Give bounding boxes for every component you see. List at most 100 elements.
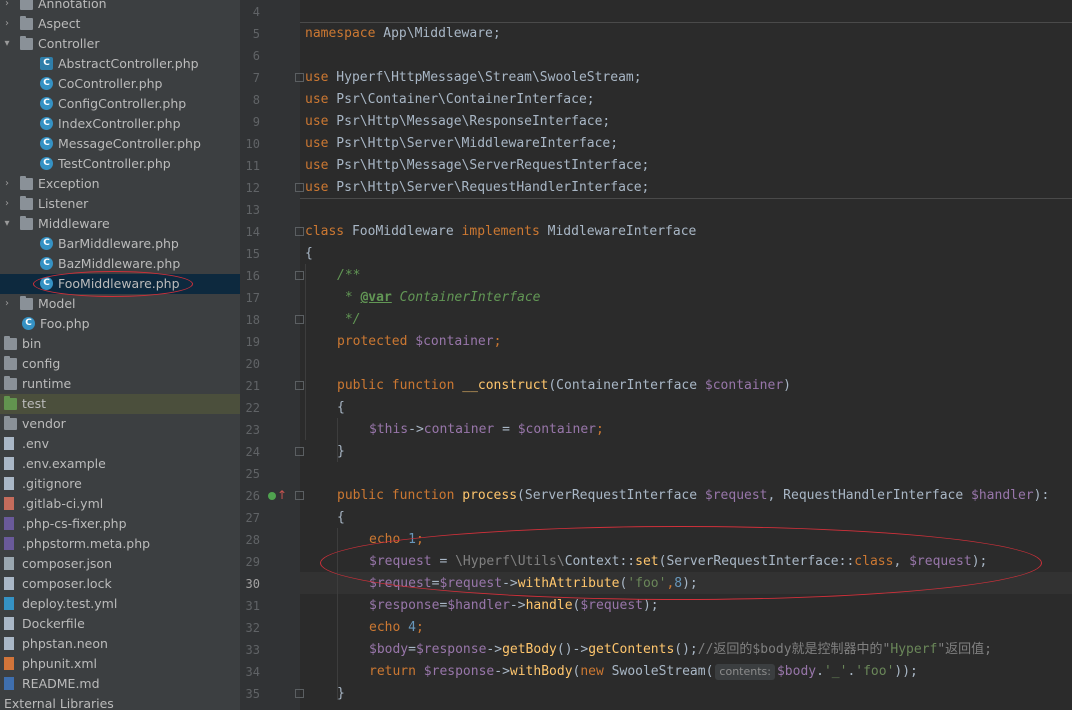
tree-item-abstractcontroller-php[interactable]: C AbstractController.php bbox=[0, 54, 240, 74]
code-line-35[interactable]: } bbox=[337, 683, 345, 705]
code-line-21[interactable]: public function __construct(ContainerInt… bbox=[337, 375, 791, 397]
tree-item-phpunit-xml[interactable]: phpunit.xml bbox=[0, 654, 240, 674]
tree-item-bin[interactable]: bin bbox=[0, 334, 240, 354]
code-line-34[interactable]: return $response->withBody(new SwooleStr… bbox=[369, 661, 918, 683]
line-number: 5 bbox=[252, 27, 260, 41]
code-line-19[interactable]: protected $container; bbox=[337, 331, 501, 353]
code-line-9[interactable]: use Psr\Http\Message\ResponseInterface; bbox=[305, 111, 610, 133]
code-line-11[interactable]: use Psr\Http\Message\ServerRequestInterf… bbox=[305, 155, 649, 177]
code-token: SwooleStream( bbox=[603, 664, 714, 679]
line-number: 30 bbox=[245, 577, 260, 591]
fold-marker-icon[interactable] bbox=[295, 183, 304, 192]
code-token: ()-> bbox=[556, 642, 589, 657]
code-line-7[interactable]: use Hyperf\HttpMessage\Stream\SwooleStre… bbox=[305, 67, 642, 89]
code-line-5[interactable]: namespace App\Middleware; bbox=[305, 23, 501, 45]
line-number: 23 bbox=[245, 423, 260, 437]
tree-item-vendor[interactable]: vendor bbox=[0, 414, 240, 434]
code-line-23[interactable]: $this->container = $container; bbox=[369, 419, 604, 441]
tree-item-gitignore[interactable]: .gitignore bbox=[0, 474, 240, 494]
code-token: $container bbox=[517, 422, 597, 437]
tree-item-test[interactable]: test bbox=[0, 394, 240, 414]
tree-item-label: MessageController.php bbox=[58, 136, 201, 151]
chevron-right-icon[interactable]: › bbox=[2, 294, 12, 314]
code-line-14[interactable]: class FooMiddleware implements Middlewar… bbox=[305, 221, 696, 243]
tree-item-messagecontroller-php[interactable]: C MessageController.php bbox=[0, 134, 240, 154]
line-number: 35 bbox=[245, 687, 260, 701]
code-line-16[interactable]: /** bbox=[337, 265, 360, 287]
tree-item-config[interactable]: config bbox=[0, 354, 240, 374]
tree-item-exception[interactable]: › Exception bbox=[0, 174, 240, 194]
tree-item-listener[interactable]: › Listener bbox=[0, 194, 240, 214]
tree-item-configcontroller-php[interactable]: C ConfigController.php bbox=[0, 94, 240, 114]
code-line-18[interactable]: */ bbox=[337, 309, 361, 331]
tree-item-env[interactable]: .env bbox=[0, 434, 240, 454]
tree-item-foo-php[interactable]: C Foo.php bbox=[0, 314, 240, 334]
fold-marker-icon[interactable] bbox=[295, 227, 304, 236]
tree-item-model[interactable]: › Model bbox=[0, 294, 240, 314]
tree-item-label: phpunit.xml bbox=[22, 656, 98, 671]
chevron-right-icon[interactable]: › bbox=[2, 0, 12, 14]
code-line-10[interactable]: use Psr\Http\Server\MiddlewareInterface; bbox=[305, 133, 618, 155]
tree-item-gitlab-ci-yml[interactable]: .gitlab-ci.yml bbox=[0, 494, 240, 514]
chevron-right-icon[interactable]: › bbox=[2, 194, 12, 214]
line-number: 21 bbox=[245, 379, 260, 393]
tree-item-testcontroller-php[interactable]: C TestController.php bbox=[0, 154, 240, 174]
tree-item-controller[interactable]: ▾ Controller bbox=[0, 34, 240, 54]
fold-marker-icon[interactable] bbox=[295, 73, 304, 82]
code-line-27[interactable]: { bbox=[337, 507, 345, 529]
tree-item-runtime[interactable]: runtime bbox=[0, 374, 240, 394]
code-line-24[interactable]: } bbox=[337, 441, 345, 463]
tree-item-label: External Libraries bbox=[4, 696, 114, 710]
tree-item-indexcontroller-php[interactable]: C IndexController.php bbox=[0, 114, 240, 134]
tree-item-annotation[interactable]: › Annotation bbox=[0, 0, 240, 14]
chevron-right-icon[interactable]: › bbox=[2, 14, 12, 34]
code-token: use bbox=[305, 70, 329, 85]
code-token: -> bbox=[494, 664, 510, 679]
tree-item-phpstorm-meta-php[interactable]: .phpstorm.meta.php bbox=[0, 534, 240, 554]
fold-marker-icon[interactable] bbox=[295, 491, 304, 500]
code-line-33[interactable]: $body=$response->getBody()->getContents(… bbox=[369, 639, 992, 661]
code-token: ContainerInterface bbox=[391, 290, 541, 305]
tree-item-php-cs-fixer-php[interactable]: .php-cs-fixer.php bbox=[0, 514, 240, 534]
code-token: $request bbox=[704, 488, 768, 503]
code-line-32[interactable]: echo 4; bbox=[369, 617, 424, 639]
tree-item-deploy-test-yml[interactable]: deploy.test.yml bbox=[0, 594, 240, 614]
tree-item-dockerfile[interactable]: Dockerfile bbox=[0, 614, 240, 634]
fold-marker-icon[interactable] bbox=[295, 447, 304, 456]
override-arrow-icon[interactable]: ↑ bbox=[277, 488, 287, 502]
code-line-22[interactable]: { bbox=[337, 397, 345, 419]
line-number: 19 bbox=[245, 335, 260, 349]
chevron-down-icon[interactable]: ▾ bbox=[2, 214, 12, 234]
tree-item-phpstan-neon[interactable]: phpstan.neon bbox=[0, 634, 240, 654]
tree-item-middleware[interactable]: ▾ Middleware bbox=[0, 214, 240, 234]
chevron-down-icon[interactable]: ▾ bbox=[2, 34, 12, 54]
tree-item-composer-lock[interactable]: composer.lock bbox=[0, 574, 240, 594]
code-line-26[interactable]: public function process(ServerRequestInt… bbox=[337, 485, 1049, 507]
line-number: 24 bbox=[245, 445, 260, 459]
line-number: 32 bbox=[245, 621, 260, 635]
folder-icon bbox=[20, 216, 33, 230]
tree-item-composer-json[interactable]: composer.json bbox=[0, 554, 240, 574]
tree-item-aspect[interactable]: › Aspect bbox=[0, 14, 240, 34]
code-line-17[interactable]: * @var ContainerInterface bbox=[337, 287, 541, 309]
tree-item-label: Annotation bbox=[38, 0, 107, 11]
code-token: 'foo' bbox=[855, 664, 895, 679]
fold-marker-icon[interactable] bbox=[295, 315, 304, 324]
tree-item-barmiddleware-php[interactable]: C BarMiddleware.php bbox=[0, 234, 240, 254]
fold-marker-icon[interactable] bbox=[295, 381, 304, 390]
tree-item-env-example[interactable]: .env.example bbox=[0, 454, 240, 474]
tree-item-readme-md[interactable]: README.md bbox=[0, 674, 240, 694]
implements-method-icon[interactable] bbox=[268, 492, 276, 500]
chevron-right-icon[interactable]: › bbox=[2, 174, 12, 194]
fold-marker-icon[interactable] bbox=[295, 689, 304, 698]
tree-item-external-libraries[interactable]: External Libraries bbox=[0, 694, 240, 710]
code-token: echo bbox=[369, 620, 401, 635]
code-token: Psr\Http\Message\ResponseInterface; bbox=[328, 114, 611, 129]
code-line-15[interactable]: { bbox=[305, 243, 313, 265]
tree-item-cocontroller-php[interactable]: C CoController.php bbox=[0, 74, 240, 94]
code-line-12[interactable]: use Psr\Http\Server\RequestHandlerInterf… bbox=[305, 177, 649, 199]
fold-marker-icon[interactable] bbox=[295, 271, 304, 280]
tree-item-label: composer.lock bbox=[22, 576, 112, 591]
code-line-8[interactable]: use Psr\Container\ContainerInterface; bbox=[305, 89, 595, 111]
